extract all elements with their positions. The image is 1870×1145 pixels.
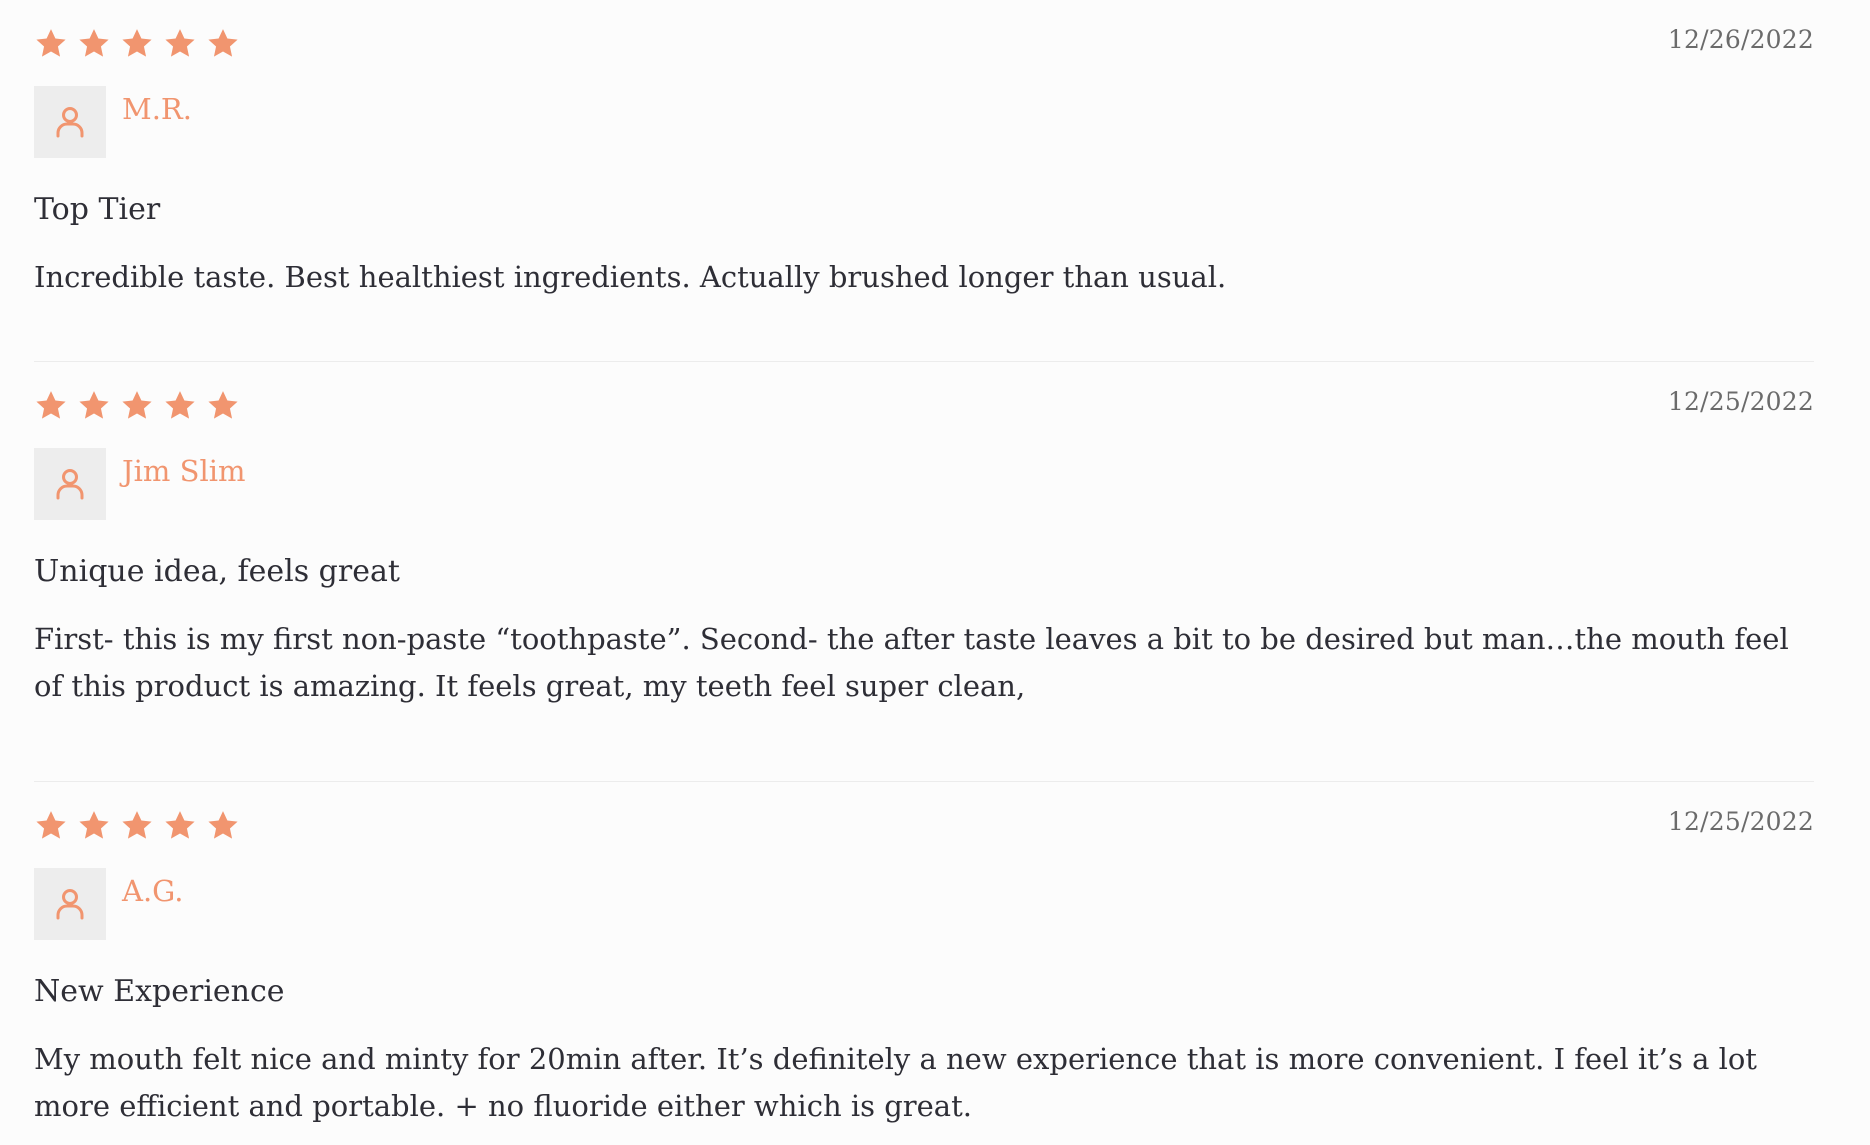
reviewer-name: A.G. <box>122 874 184 908</box>
star-icon <box>79 391 109 419</box>
star-icon <box>122 29 152 57</box>
review-title: New Experience <box>34 974 285 1009</box>
review-item: 12/25/2022 A.G. New Experience My mouth … <box>34 782 1814 1145</box>
user-icon <box>56 107 84 138</box>
review-body: First- this is my first non-paste “tooth… <box>34 622 1789 703</box>
avatar <box>34 868 106 940</box>
star-icon <box>208 29 238 57</box>
review-title: Top Tier <box>34 192 161 227</box>
review-title: Unique idea, feels great <box>34 554 400 589</box>
review-item: 12/26/2022 M.R. Top Tier Incredible tast… <box>34 0 1814 362</box>
review-item: 12/25/2022 Jim Slim Unique idea, feels g… <box>34 362 1814 782</box>
reviews-list: 12/26/2022 M.R. Top Tier Incredible tast… <box>34 0 1814 1145</box>
user-icon <box>56 469 84 500</box>
review-date: 12/26/2022 <box>1667 25 1814 54</box>
star-icon <box>36 29 66 57</box>
star-icon <box>208 811 238 839</box>
user-icon <box>56 889 84 920</box>
star-icon <box>36 391 66 419</box>
star-icon <box>79 29 109 57</box>
star-icon <box>122 391 152 419</box>
avatar <box>34 448 106 520</box>
review-body: My mouth felt nice and minty for 20min a… <box>34 1042 1757 1123</box>
review-date: 12/25/2022 <box>1667 387 1814 416</box>
star-icon <box>165 391 195 419</box>
reviewer-name: Jim Slim <box>122 454 246 488</box>
star-icon <box>36 811 66 839</box>
avatar <box>34 86 106 158</box>
star-icon <box>122 811 152 839</box>
review-body: Incredible taste. Best healthiest ingred… <box>34 260 1227 294</box>
star-icon <box>165 29 195 57</box>
review-date: 12/25/2022 <box>1667 807 1814 836</box>
star-rating <box>34 389 240 423</box>
star-rating <box>34 809 240 843</box>
star-icon <box>208 391 238 419</box>
star-icon <box>79 811 109 839</box>
star-icon <box>165 811 195 839</box>
star-rating <box>34 27 240 61</box>
reviewer-name: M.R. <box>122 92 192 126</box>
